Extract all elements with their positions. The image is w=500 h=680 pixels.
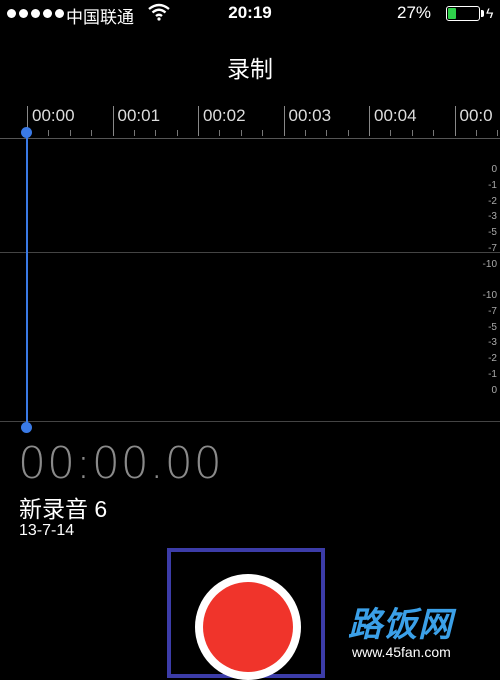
db-scale-label: -7 [488, 243, 497, 254]
timeline-minor-tick [411, 130, 413, 136]
playhead[interactable] [26, 132, 28, 428]
meter-bottom-line [0, 421, 500, 422]
meter-center-line [0, 252, 500, 253]
timeline-minor-tick [475, 130, 477, 136]
timeline-minor-tick [326, 130, 328, 136]
timeline-minor-tick [262, 130, 264, 136]
timeline-minor-tick [69, 130, 71, 136]
battery-icon [446, 6, 480, 21]
timeline-label: 00:01 [117, 106, 161, 125]
db-scale-label: -10 [482, 258, 497, 270]
battery-tip [481, 10, 484, 17]
timeline-label: 00:00 [32, 106, 75, 125]
timeline-minor-tick [304, 130, 306, 136]
db-scale-label: -3 [488, 211, 497, 223]
db-scale-label: -2 [488, 195, 497, 207]
recording-name[interactable]: 新录音 6 [19, 490, 107, 524]
playhead-bottom-handle[interactable] [21, 422, 32, 433]
db-scale-label: -2 [488, 353, 497, 365]
timeline-major-tick [369, 106, 370, 136]
timeline-label: 00:02 [203, 106, 246, 125]
timeline-minor-tick [48, 130, 50, 136]
page-title: 录制 [227, 56, 273, 82]
charging-bolt-icon: ϟ [486, 5, 494, 21]
db-scale-label: -1 [488, 179, 497, 191]
watermark-logo: 路饭网 [348, 606, 453, 644]
record-button[interactable] [195, 574, 301, 680]
timeline-axis [0, 138, 500, 139]
timeline-minor-tick [155, 130, 157, 136]
watermark: 路饭网 www.45fan.com [348, 597, 488, 660]
timeline-minor-tick [176, 130, 178, 136]
db-scale-label: -7 [488, 305, 497, 317]
timeline-label: 00:0 [459, 106, 493, 125]
watermark-url: www.45fan.com [352, 644, 451, 660]
timeline-major-tick [454, 106, 456, 136]
battery-percent: 27% [397, 3, 432, 22]
status-bar: 中国联通 20:19 27% ϟ [0, 0, 500, 28]
db-scale-label: -5 [488, 227, 497, 239]
playhead-top-handle[interactable] [21, 127, 32, 138]
timeline-major-tick [283, 106, 285, 136]
record-icon [203, 582, 293, 672]
timeline-ruler[interactable]: 00:00 00:01 00:02 00:03 00:04 00:0 [0, 100, 500, 142]
db-scale-label: -10 [482, 290, 497, 301]
timeline-label: 00:03 [288, 106, 332, 125]
db-scale-label: 0 [491, 164, 497, 175]
timeline-major-tick [112, 106, 114, 136]
timeline-label: 00:04 [374, 106, 417, 125]
timeline-minor-tick [133, 130, 135, 136]
battery-level [448, 8, 456, 19]
timeline-major-tick [198, 106, 199, 136]
db-scale-label: -5 [488, 321, 497, 333]
timeline-minor-tick [240, 130, 242, 136]
timeline-minor-tick [497, 130, 499, 136]
timeline-minor-tick [433, 130, 435, 136]
timeline-minor-tick [390, 130, 392, 136]
db-scale-label: -1 [488, 369, 497, 380]
timeline-minor-tick [219, 130, 221, 136]
elapsed-time: 00:00.00 [18, 438, 223, 489]
recording-date: 13-7-14 [19, 522, 75, 539]
db-scale-label: 0 [491, 384, 497, 396]
timeline-minor-tick [91, 130, 93, 136]
db-scale-label: -3 [488, 337, 497, 349]
timeline-minor-tick [347, 130, 349, 136]
